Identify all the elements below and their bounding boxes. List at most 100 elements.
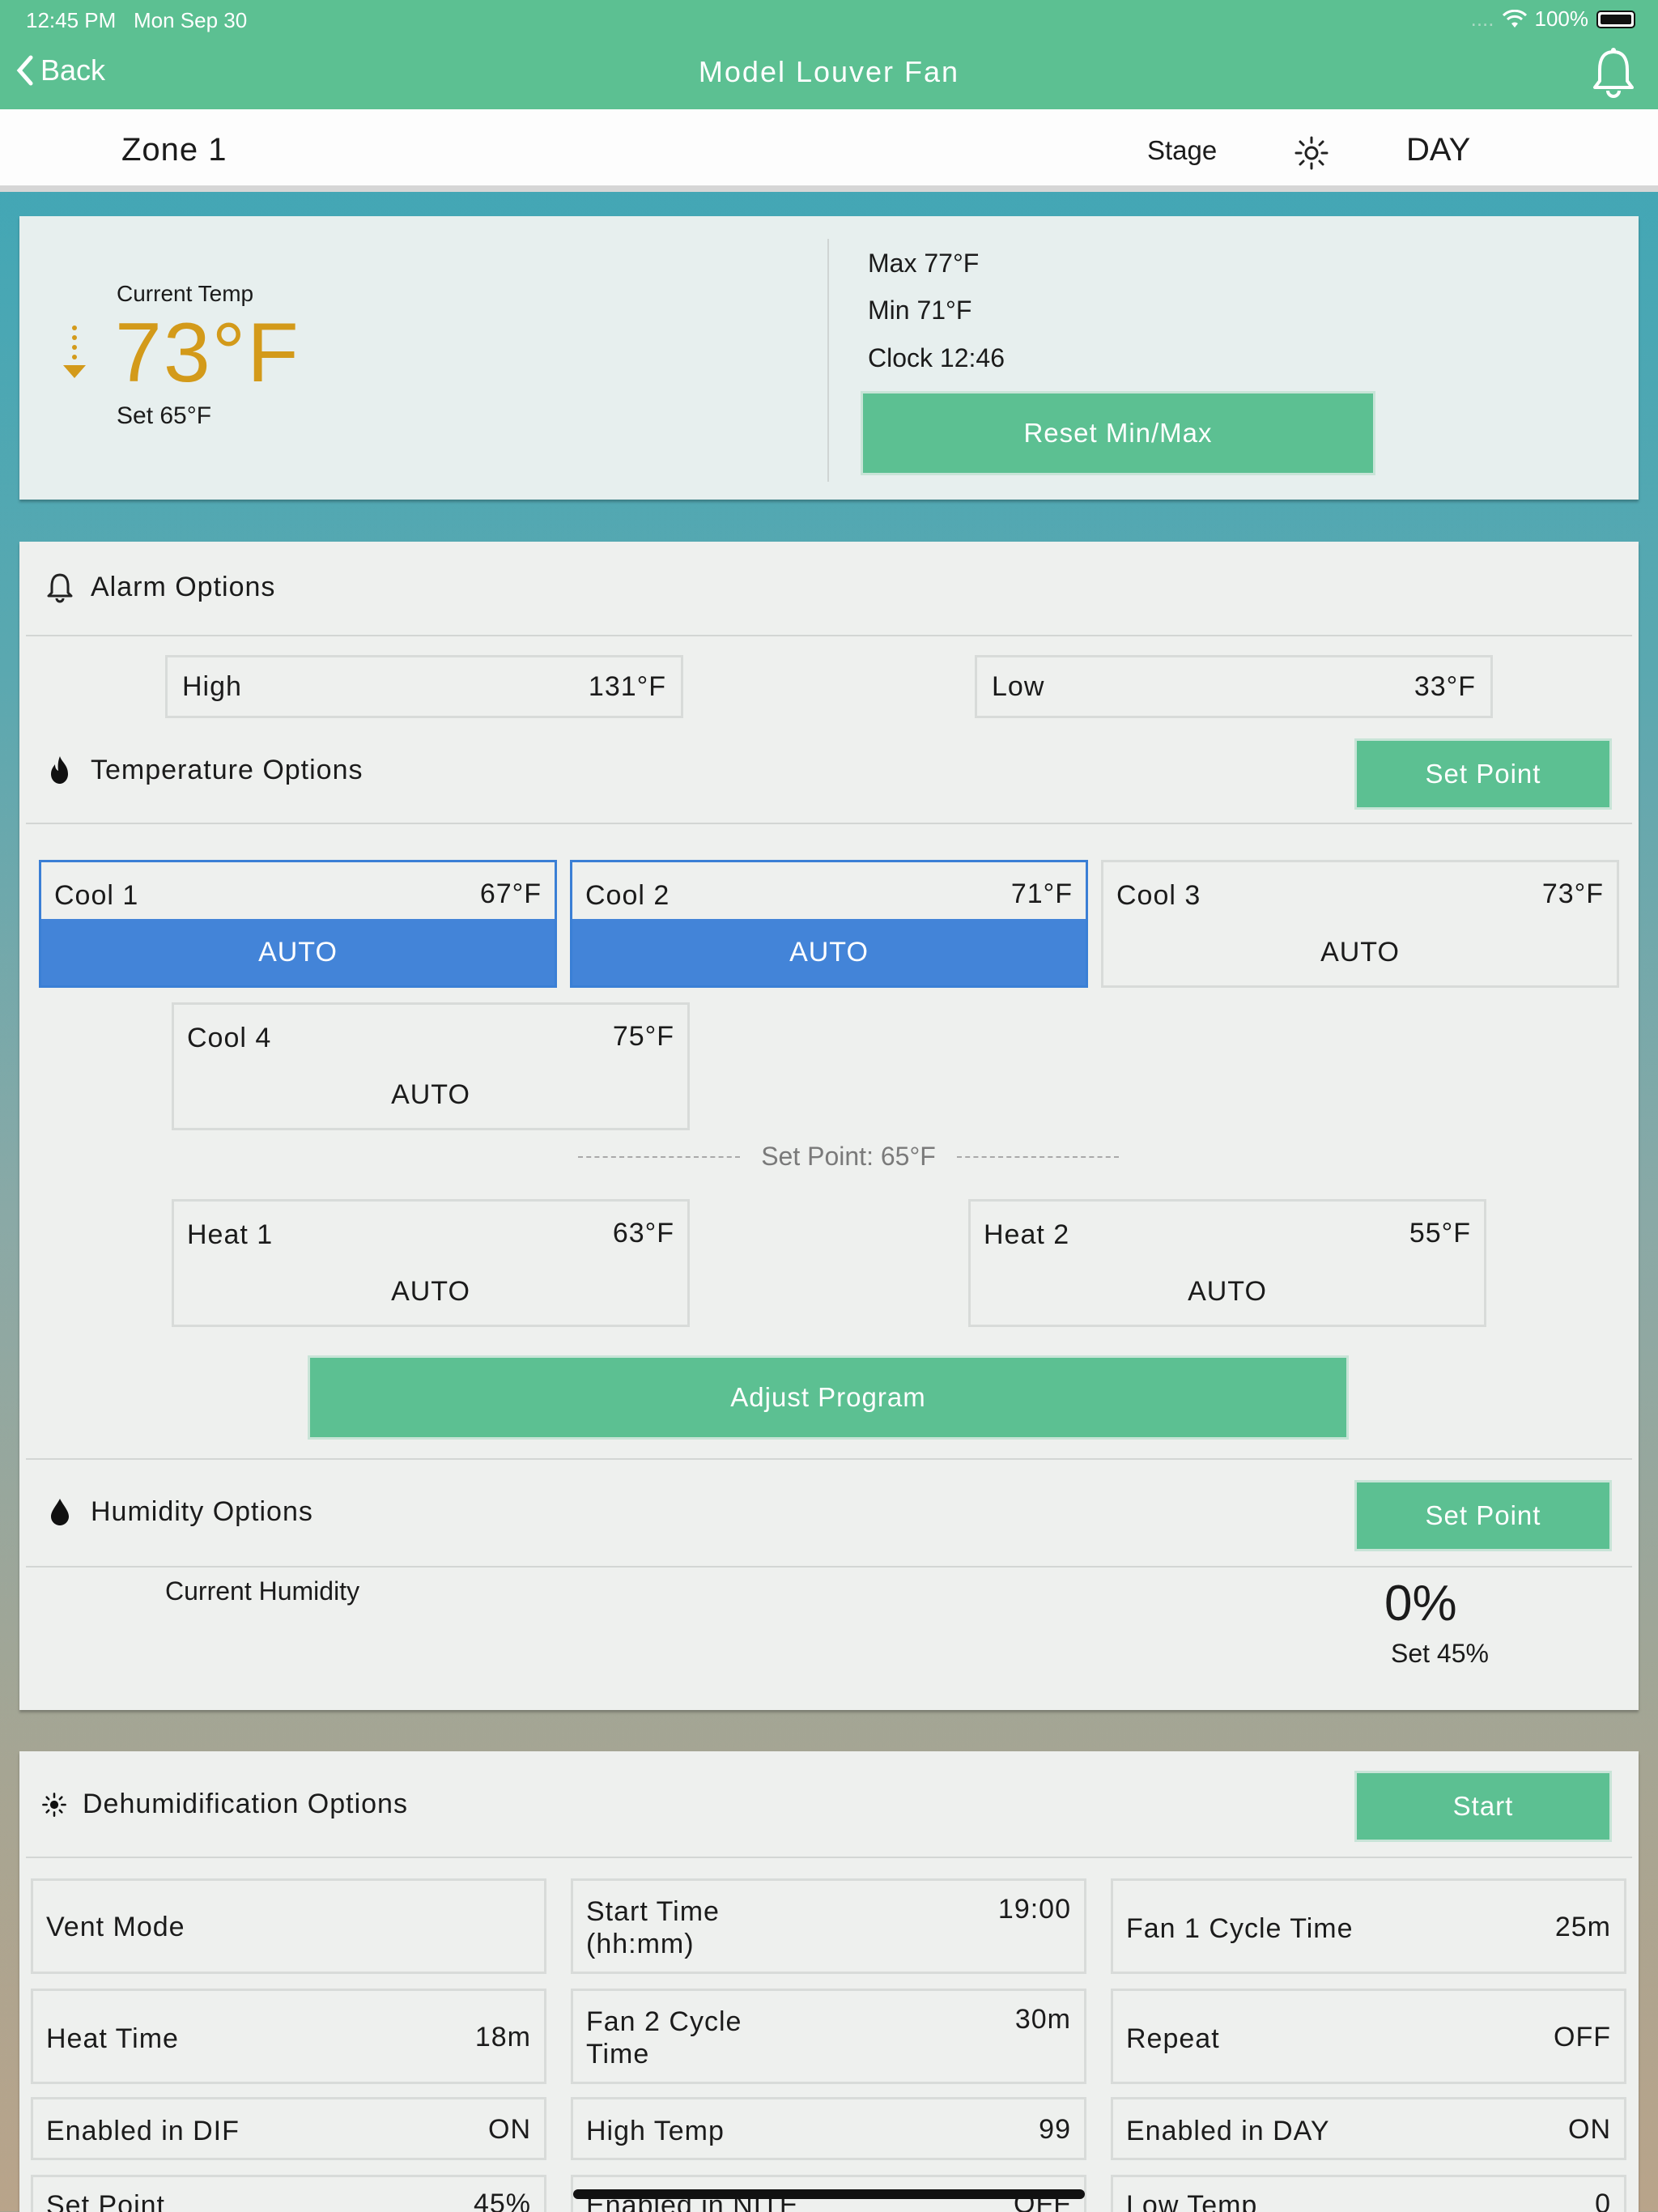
stage-heat-1[interactable]: Heat 1 63°F AUTO	[172, 1199, 690, 1327]
battery-icon	[1596, 10, 1635, 28]
wifi-icon	[1502, 9, 1527, 28]
temperature-set-point-button[interactable]: Set Point	[1354, 738, 1612, 810]
zone-name: Zone 1	[121, 132, 227, 168]
current-temp-label: Current Temp	[117, 281, 254, 306]
field-value: 0	[1595, 2189, 1611, 2212]
dehumidification-start-button[interactable]: Start	[1354, 1771, 1612, 1842]
temp-set-value: Set 65°F	[117, 402, 212, 429]
alarm-low-value: 33°F	[1414, 670, 1476, 702]
humidity-set-point-button[interactable]: Set Point	[1354, 1480, 1612, 1551]
set-point-field[interactable]: Set Point 45%	[31, 2175, 546, 2212]
stage-name: Heat 2	[984, 1219, 1070, 1250]
divider	[827, 239, 829, 482]
field-value: OFF	[1554, 2022, 1611, 2052]
field-value: 99	[1039, 2114, 1071, 2145]
temperature-options-title: Temperature Options	[91, 754, 363, 785]
field-value: 19:00	[997, 1894, 1071, 1925]
field-value: 18m	[474, 2022, 531, 2052]
field-label: Set Point	[46, 2190, 165, 2212]
vent-mode-field[interactable]: Vent Mode	[31, 1878, 546, 1974]
zone-bar: Zone 1 Stage DAY	[0, 109, 1658, 192]
stage-cool-2[interactable]: Cool 2 71°F AUTO	[570, 860, 1088, 988]
field-label: Repeat	[1126, 2023, 1220, 2054]
dehumidification-options-title: Dehumidification Options	[83, 1789, 408, 1819]
flame-icon	[51, 756, 68, 784]
fan-2-cycle-time-field[interactable]: Fan 2 Cycle Time 30m	[571, 1989, 1086, 2084]
bell-outline-icon	[47, 573, 73, 603]
navigation-bar: 12:45 PM Mon Sep 30 .... 100% Back Model…	[0, 0, 1658, 109]
alarm-high-value: 131°F	[588, 670, 666, 702]
adjust-program-button[interactable]: Adjust Program	[308, 1355, 1349, 1440]
stage-temp: 75°F	[612, 1021, 674, 1052]
field-label: Heat Time	[46, 2023, 179, 2054]
heat-time-field[interactable]: Heat Time 18m	[31, 1989, 546, 2084]
stage-temp: 55°F	[1409, 1218, 1471, 1249]
repeat-field[interactable]: Repeat OFF	[1111, 1989, 1626, 2084]
stage-name: Cool 1	[54, 880, 139, 911]
divider	[26, 1857, 1632, 1858]
stage-value: DAY	[1406, 132, 1471, 168]
alarm-low-field[interactable]: Low 33°F	[975, 655, 1493, 718]
stage-mode: AUTO	[572, 919, 1086, 985]
stage-mode: AUTO	[41, 919, 555, 985]
current-temp-value: 73°F	[115, 306, 300, 400]
stage-mode: AUTO	[1320, 936, 1400, 968]
arrow-down-icon	[63, 325, 86, 378]
alarm-high-label: High	[182, 670, 242, 702]
temperature-options-header: Temperature Options	[44, 754, 363, 786]
start-time-field[interactable]: Start Time (hh:mm) 19:00	[571, 1878, 1086, 1974]
home-indicator[interactable]	[573, 2189, 1085, 2199]
water-drop-icon	[51, 1499, 69, 1525]
stage-cool-1[interactable]: Cool 1 67°F AUTO	[39, 860, 557, 988]
fan-1-cycle-time-field[interactable]: Fan 1 Cycle Time 25m	[1111, 1878, 1626, 1974]
field-label: Low Temp	[1126, 2190, 1258, 2212]
battery-percent: 100%	[1534, 6, 1589, 31]
alarm-options-title: Alarm Options	[91, 571, 276, 602]
field-value: 45%	[473, 2189, 531, 2212]
divider	[26, 1566, 1632, 1568]
humidity-options-header: Humidity Options	[44, 1495, 313, 1528]
field-value: 30m	[1014, 2004, 1071, 2035]
stage-temp: 63°F	[612, 1218, 674, 1249]
humidity-set-value: Set 45%	[1391, 1639, 1489, 1668]
alarm-options-header: Alarm Options	[44, 571, 275, 603]
stage-heat-2[interactable]: Heat 2 55°F AUTO	[968, 1199, 1486, 1327]
stage-name: Heat 1	[187, 1219, 274, 1250]
dehumidification-card: Dehumidification Options Start Vent Mode…	[19, 1751, 1639, 2212]
stage-cool-4[interactable]: Cool 4 75°F AUTO	[172, 1002, 690, 1130]
page-title: Model Louver Fan	[698, 55, 960, 88]
field-label: Fan 1 Cycle Time	[1126, 1913, 1354, 1944]
divider	[26, 635, 1632, 636]
reset-min-max-button[interactable]: Reset Min/Max	[861, 391, 1375, 475]
set-point-line: Set Point: 65°F	[578, 1142, 1119, 1172]
stage-cool-3[interactable]: Cool 3 73°F AUTO	[1101, 860, 1619, 988]
alarm-low-label: Low	[992, 670, 1045, 702]
divider	[26, 1458, 1632, 1460]
field-label: Fan 2 Cycle Time	[586, 2006, 742, 2069]
status-indicators: .... 100%	[1471, 6, 1635, 32]
bell-icon[interactable]	[1590, 47, 1637, 99]
sun-icon	[1295, 136, 1329, 170]
alarm-high-field[interactable]: High 131°F	[165, 655, 683, 718]
stage-mode: AUTO	[1188, 1275, 1267, 1307]
field-value: ON	[1568, 2114, 1611, 2145]
enabled-in-dif-field[interactable]: Enabled in DIF ON	[31, 2097, 546, 2160]
stage-temp: 71°F	[1010, 878, 1073, 909]
sun-small-icon	[42, 1792, 66, 1817]
high-temp-field[interactable]: High Temp 99	[571, 2097, 1086, 2160]
field-value: ON	[488, 2114, 531, 2145]
field-label: Enabled in DIF	[46, 2116, 240, 2146]
field-label: Start Time (hh:mm)	[586, 1896, 720, 1959]
stage-mode: AUTO	[391, 1078, 470, 1110]
low-temp-field[interactable]: Low Temp 0	[1111, 2175, 1626, 2212]
enabled-in-day-field[interactable]: Enabled in DAY ON	[1111, 2097, 1626, 2160]
stage-label: Stage	[1147, 135, 1218, 165]
stage-mode: AUTO	[391, 1275, 470, 1307]
stage-name: Cool 3	[1116, 880, 1201, 911]
current-humidity-value: 0%	[1384, 1576, 1457, 1631]
options-card: Alarm Options High 131°F Low 33°F Temper…	[19, 542, 1639, 1710]
status-time: 12:45 PM Mon Sep 30	[26, 8, 248, 32]
current-humidity-label: Current Humidity	[165, 1576, 360, 1606]
humidity-options-title: Humidity Options	[91, 1495, 313, 1527]
field-label: Enabled in DAY	[1126, 2116, 1330, 2146]
